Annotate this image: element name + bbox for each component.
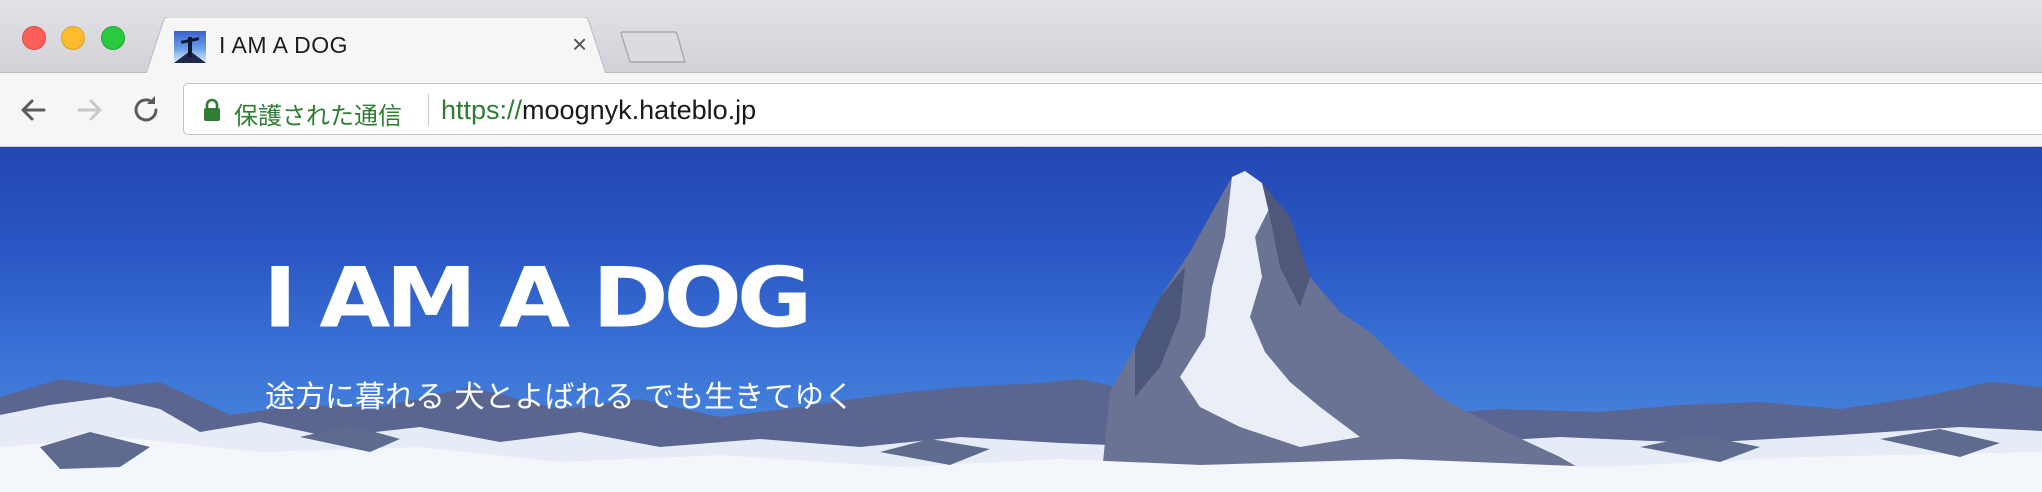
tab-strip: I AM A DOG × xyxy=(0,0,2042,74)
security-label[interactable]: 保護された通信 xyxy=(234,96,402,131)
site-favicon-icon xyxy=(174,31,206,63)
forward-arrow-icon[interactable] xyxy=(73,93,107,127)
tab-active[interactable]: I AM A DOG × xyxy=(146,17,606,74)
window-close-button[interactable] xyxy=(22,26,46,50)
blog-header-hero: I AM A DOG 途方に暮れる 犬とよばれる でも生きてゆく xyxy=(0,147,2042,492)
tab-shape xyxy=(146,17,606,74)
lock-icon xyxy=(204,98,220,121)
back-arrow-icon[interactable] xyxy=(16,93,50,127)
address-bar[interactable]: 保護された通信 https://moognyk.hateblo.jp xyxy=(183,83,2042,135)
address-separator xyxy=(428,94,429,126)
url-host: moognyk.hateblo.jp xyxy=(522,95,757,125)
new-tab-button[interactable] xyxy=(620,31,686,63)
url-scheme: https:// xyxy=(441,95,523,125)
tab-close-icon[interactable]: × xyxy=(572,31,587,57)
url-text[interactable]: https://moognyk.hateblo.jp xyxy=(441,95,756,126)
tab-title: I AM A DOG xyxy=(219,32,348,58)
site-title-link[interactable]: I AM A DOG xyxy=(263,257,812,340)
window-maximize-button[interactable] xyxy=(101,26,125,50)
window-minimize-button[interactable] xyxy=(61,26,85,50)
site-subtitle: 途方に暮れる 犬とよばれる でも生きてゆく xyxy=(265,380,855,415)
reload-icon[interactable] xyxy=(129,93,163,127)
browser-toolbar: 保護された通信 https://moognyk.hateblo.jp xyxy=(0,73,2042,147)
